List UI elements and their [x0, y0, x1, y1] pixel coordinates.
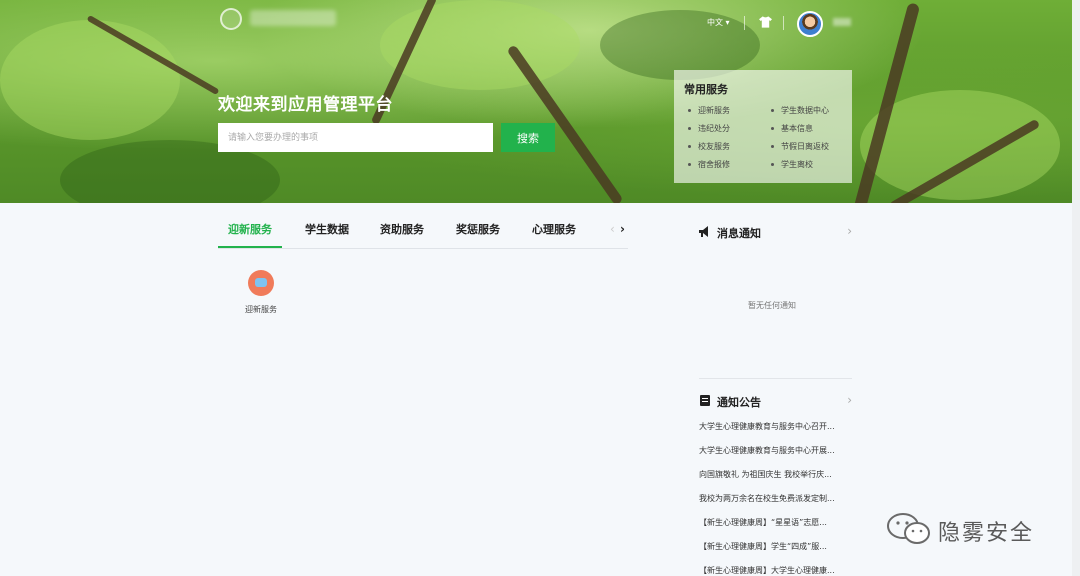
- service-link[interactable]: 学生离校: [767, 159, 850, 170]
- shirt-icon[interactable]: [759, 16, 772, 28]
- service-link[interactable]: 基本信息: [767, 123, 850, 134]
- welcome-heading: 欢迎来到应用管理平台: [218, 95, 393, 115]
- announcement-link[interactable]: 向国旗敬礼 为祖国庆生 我校举行庆...: [699, 469, 851, 493]
- service-link[interactable]: 节假日离返校: [767, 141, 850, 152]
- megaphone-icon: [699, 226, 708, 237]
- hero-banner: 中文 ▾ 欢迎来到应用管理平台 搜索 常用服务 迎新服务 学生数据中心 违纪处分…: [0, 0, 1072, 203]
- logo-seal-icon[interactable]: [220, 8, 242, 30]
- announcement-link[interactable]: 【新生心理健康周】大学生心理健康...: [699, 565, 851, 576]
- chevron-right-icon[interactable]: ›: [847, 224, 852, 238]
- announcement-link[interactable]: 【新生心理健康周】学生“四成”服...: [699, 541, 851, 565]
- service-link[interactable]: 宿舍报修: [684, 159, 767, 170]
- service-tabs: 迎新服务 学生数据 资助服务 奖惩服务 心理服务 ‹ ›: [218, 213, 628, 249]
- announcements-list: 大学生心理健康教育与服务中心召开... 大学生心理健康教育与服务中心开展... …: [699, 421, 851, 576]
- common-services-title: 常用服务: [684, 83, 728, 96]
- chevron-right-icon[interactable]: ›: [620, 222, 625, 236]
- announcements-header[interactable]: 通知公告 ›: [699, 393, 852, 409]
- announcements-title: 通知公告: [717, 396, 761, 409]
- section-divider: [699, 378, 852, 379]
- foliage-decoration: [0, 20, 180, 140]
- common-services-panel: 常用服务 迎新服务 学生数据中心 违纪处分 基本信息 校友服务 节假日离返校 宿…: [674, 70, 852, 183]
- tab-welcome-service[interactable]: 迎新服务: [228, 221, 272, 237]
- active-tab-indicator: [218, 246, 282, 248]
- watermark: 隐雾安全: [886, 510, 1050, 548]
- announcement-link[interactable]: 我校为两万余名在校生免费派发定制...: [699, 493, 851, 517]
- wechat-icon: [887, 513, 930, 544]
- school-name-blurred: [250, 10, 336, 26]
- notices-title: 消息通知: [717, 227, 761, 240]
- service-link[interactable]: 迎新服务: [684, 105, 767, 116]
- user-avatar[interactable]: [797, 11, 823, 37]
- announcement-link[interactable]: 大学生心理健康教育与服务中心开展...: [699, 445, 851, 469]
- header-divider: [783, 16, 784, 30]
- header-divider: [744, 16, 745, 30]
- chevron-left-icon[interactable]: ‹: [610, 222, 615, 236]
- language-selector[interactable]: 中文 ▾: [707, 17, 730, 28]
- announcement-link[interactable]: 大学生心理健康教育与服务中心召开...: [699, 421, 851, 445]
- document-icon: [700, 395, 710, 406]
- page-scrollbar[interactable]: [1072, 0, 1080, 576]
- welcome-flag-icon: [248, 270, 274, 296]
- tab-financial-aid[interactable]: 资助服务: [380, 221, 424, 237]
- tab-student-data[interactable]: 学生数据: [305, 221, 349, 237]
- search-input[interactable]: [218, 123, 493, 152]
- notices-header[interactable]: 消息通知 ›: [699, 224, 852, 240]
- tab-psychology[interactable]: 心理服务: [532, 221, 576, 237]
- service-tile[interactable]: 迎新服务: [236, 270, 286, 315]
- tile-label: 迎新服务: [245, 305, 277, 314]
- service-link[interactable]: 学生数据中心: [767, 105, 850, 116]
- service-link[interactable]: 校友服务: [684, 141, 767, 152]
- tab-rewards-penalties[interactable]: 奖惩服务: [456, 221, 500, 237]
- service-link[interactable]: 违纪处分: [684, 123, 767, 134]
- announcement-link[interactable]: 【新生心理健康周】“星星语”志愿...: [699, 517, 851, 541]
- watermark-text: 隐雾安全: [938, 521, 1035, 546]
- username-blurred[interactable]: [833, 18, 851, 26]
- chevron-right-icon[interactable]: ›: [847, 393, 852, 407]
- empty-notices-message: 暂无任何通知: [748, 301, 796, 310]
- search-button[interactable]: 搜索: [501, 123, 555, 152]
